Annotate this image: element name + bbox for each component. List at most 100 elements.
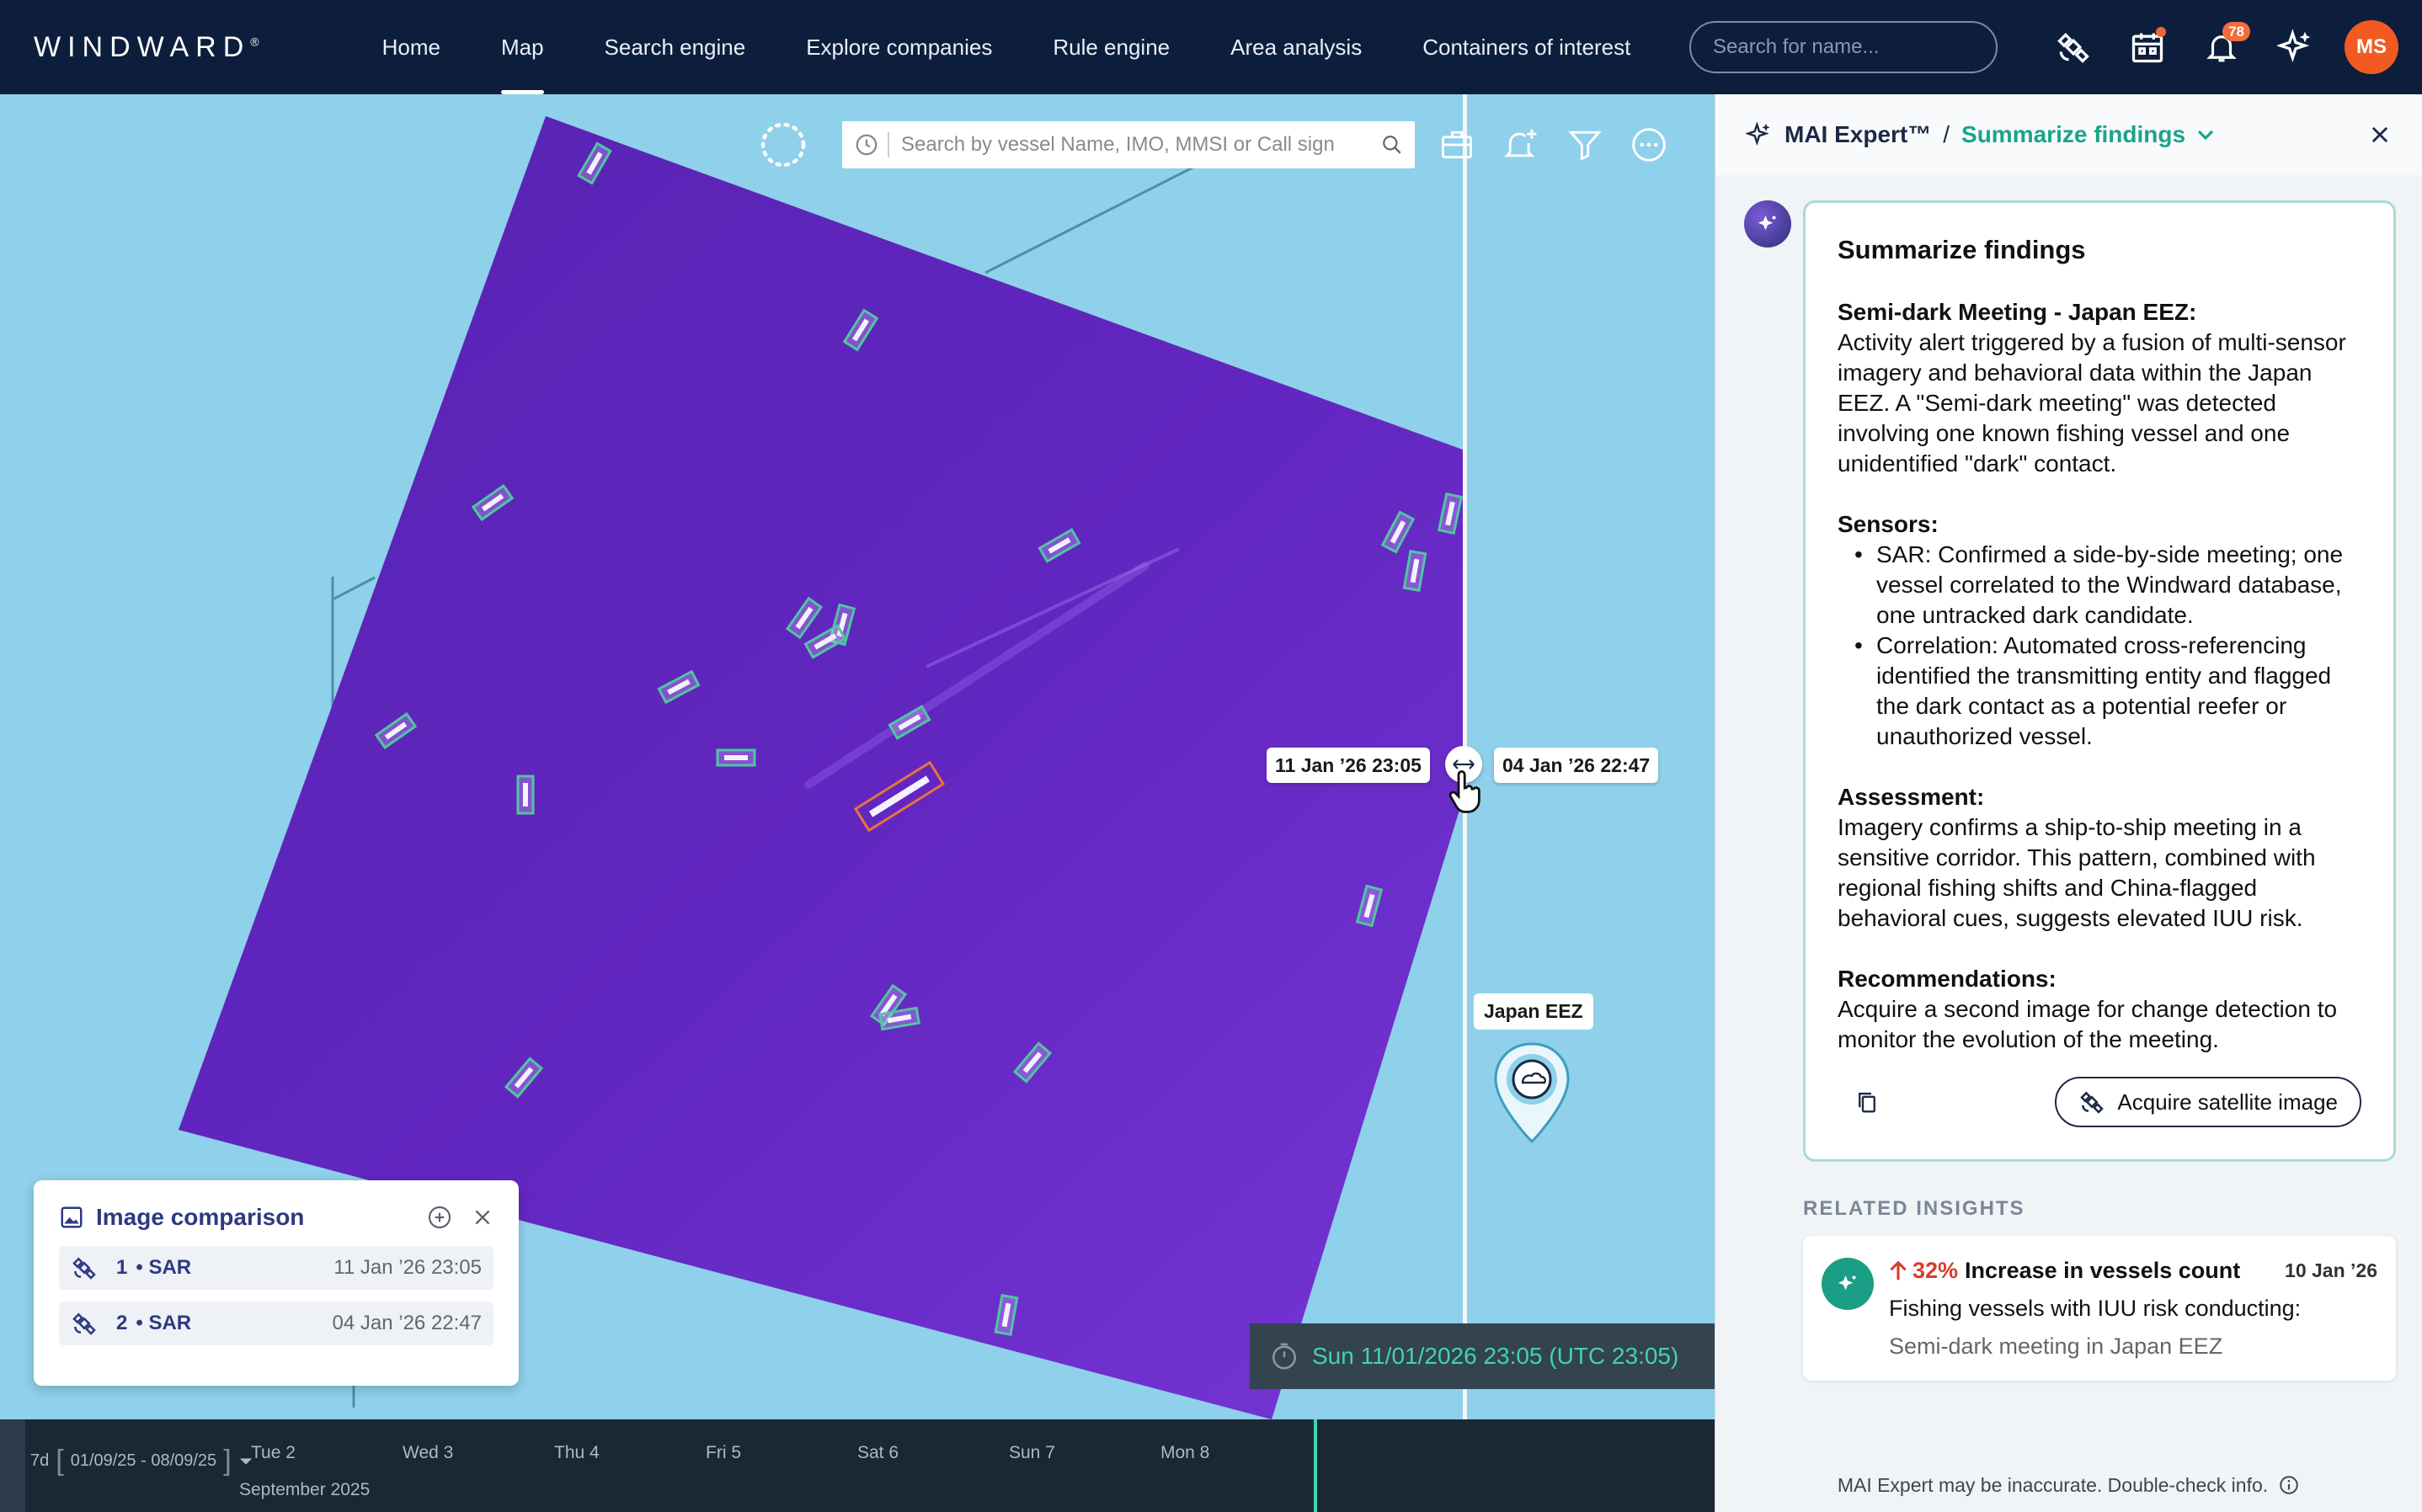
section-heading: Assessment: (1838, 784, 1985, 810)
sparkle-ai-icon[interactable] (2269, 20, 2323, 74)
image-number: 2 (116, 1312, 128, 1334)
sparkle-ai-icon (1746, 121, 1770, 146)
bell-icon[interactable]: 78 (2195, 20, 2250, 74)
insight-percent: 32% (1913, 1258, 1959, 1283)
section-body: Acquire a second image for change detect… (1838, 996, 2338, 1052)
timer-icon (1272, 1343, 1297, 1370)
loading-spinner-icon (760, 122, 806, 168)
insight-date: 10 Jan ’26 (2285, 1259, 2377, 1281)
timeline-day: Mon 8 (1160, 1443, 1210, 1462)
more-options-icon[interactable] (1627, 123, 1671, 167)
timeline-day: Sun 7 (1009, 1443, 1055, 1462)
search-icon[interactable] (1381, 134, 1403, 156)
timeline-day: Fri 5 (706, 1443, 741, 1462)
briefcase-icon[interactable] (1435, 123, 1479, 167)
timestamp-text: Sun 11/01/2026 23:05 (UTC 23:05) (1312, 1343, 1679, 1369)
insight-link[interactable]: Semi-dark meeting in Japan EEZ (1889, 1334, 2377, 1360)
panel-expert-title: MAI Expert™ (1784, 121, 1932, 147)
vessel-search[interactable] (842, 121, 1415, 168)
satellite-icon (2080, 1091, 2105, 1114)
summary-title: Summarize findings (1838, 235, 2086, 264)
close-icon[interactable] (2368, 123, 2392, 146)
mai-expert-panel: MAI Expert™ / Summarize findings Summari… (1715, 94, 2422, 1512)
summary-card: Summarize findings Semi-dark Meeting - J… (1803, 200, 2396, 1162)
timeline-day: Sat 6 (857, 1443, 899, 1462)
hand-cursor-icon (1448, 770, 1480, 813)
section-body: Imagery confirms a ship-to-ship meeting … (1838, 814, 2316, 931)
close-icon[interactable] (472, 1206, 493, 1228)
summary-section: Recommendations: Acquire a second image … (1838, 964, 2361, 1055)
summary-actions: Acquire satellite image (1838, 1077, 2361, 1127)
vessel-signature (523, 783, 528, 807)
area-pin-icon[interactable] (1491, 1041, 1573, 1145)
image-date: 11 Jan ’26 23:05 (333, 1256, 482, 1279)
area-label[interactable]: Japan EEZ (1474, 993, 1593, 1030)
map-canvas[interactable]: 11 Jan ’26 23:05 04 Jan ’26 22:47 Japan … (0, 94, 1715, 1419)
image-comparison-row[interactable]: 1 • SAR 11 Jan ’26 23:05 (59, 1246, 493, 1290)
image-comparison-title: Image comparison (96, 1204, 305, 1230)
top-navigation-bar: WINDWARD® Home Map Search engine Explore… (0, 0, 2422, 94)
satellite-icon[interactable] (2046, 20, 2100, 74)
chevron-down-icon[interactable] (2197, 126, 2214, 143)
image-comparison-row[interactable]: 2 • SAR 04 Jan ’26 22:47 (59, 1302, 493, 1345)
vessel-signature (724, 755, 748, 760)
breadcrumb-separator: / (1943, 121, 1950, 147)
acquire-button-label: Acquire satellite image (2117, 1089, 2338, 1115)
calendar-icon[interactable] (2121, 20, 2174, 74)
summary-section: Assessment: Imagery confirms a ship-to-s… (1838, 782, 2361, 934)
info-icon[interactable] (2278, 1474, 2300, 1496)
timeline-collapse-handle[interactable] (0, 1419, 25, 1512)
disclaimer-text: MAI Expert may be inaccurate. Double-che… (1837, 1473, 2269, 1496)
timeline-day: Thu 4 (554, 1443, 600, 1462)
calendar-indicator (2156, 27, 2166, 37)
timeline[interactable]: 7d [ 01/09/25 - 08/09/25 ] Tue 2 Wed 3 T… (0, 1419, 1715, 1512)
global-search[interactable] (1689, 21, 1998, 73)
ai-assistant-avatar (1744, 200, 1791, 248)
add-alert-icon[interactable] (1499, 123, 1543, 167)
arrow-up-icon (1890, 1260, 1907, 1280)
vessel-search-input[interactable] (901, 133, 1381, 157)
timeline-day: Tue 2 (251, 1443, 296, 1462)
insight-card[interactable]: 32% Increase in vessels count 10 Jan ’26… (1803, 1236, 2396, 1381)
image-date: 04 Jan ’26 22:47 (332, 1312, 482, 1334)
satellite-icon (72, 1312, 96, 1335)
insight-title: Increase in vessels count (1965, 1258, 2241, 1283)
timeline-day: Wed 3 (403, 1443, 454, 1462)
section-heading: Semi-dark Meeting - Japan EEZ: (1838, 299, 2197, 325)
image-icon (61, 1206, 83, 1228)
image-type: • SAR (136, 1312, 192, 1334)
summary-section: Sensors: SAR: Confirmed a side-by-side m… (1838, 509, 2361, 752)
map-toolbar (758, 120, 1671, 170)
sensor-bullet: Correlation: Automated cross-referencing… (1854, 631, 2361, 752)
nav-search-engine[interactable]: Search engine (574, 0, 776, 94)
user-avatar[interactable]: MS (2345, 20, 2398, 74)
filter-icon[interactable] (1563, 123, 1607, 167)
nav-map[interactable]: Map (471, 0, 574, 94)
add-icon[interactable] (426, 1204, 453, 1231)
windward-logo[interactable]: WINDWARD® (34, 31, 259, 64)
disclaimer: MAI Expert may be inaccurate. Double-che… (1715, 1458, 2422, 1512)
nav-rule-engine[interactable]: Rule engine (1022, 0, 1200, 94)
timeline-range-selector[interactable]: 7d [ 01/09/25 - 08/09/25 ] (30, 1445, 253, 1477)
nav-explore-companies[interactable]: Explore companies (776, 0, 1022, 94)
copy-icon[interactable] (1854, 1089, 1880, 1115)
image-number: 1 (116, 1256, 128, 1279)
panel-topic-selector[interactable]: Summarize findings (1961, 121, 2185, 148)
nav-containers-of-interest[interactable]: Containers of interest (1392, 0, 1661, 94)
nav-home[interactable]: Home (352, 0, 471, 94)
section-heading: Recommendations: (1838, 966, 2057, 992)
nav-area-analysis[interactable]: Area analysis (1200, 0, 1392, 94)
global-search-input[interactable] (1713, 35, 1974, 59)
satellite-icon (72, 1257, 96, 1280)
sensor-bullet: SAR: Confirmed a side-by-side meeting; o… (1854, 540, 2361, 631)
compare-right-date: 04 Jan ’26 22:47 (1494, 748, 1659, 783)
app-root: WINDWARD® Home Map Search engine Explore… (0, 0, 2422, 1512)
timeline-current-marker[interactable] (1314, 1419, 1317, 1512)
current-timestamp-bar: Sun 11/01/2026 23:05 (UTC 23:05) (1250, 1323, 1715, 1389)
summary-section: Semi-dark Meeting - Japan EEZ: Activity … (1838, 297, 2361, 479)
image-comparison-card: Image comparison 1 • SAR 11 Jan ’26 23:0… (34, 1180, 519, 1386)
acquire-satellite-image-button[interactable]: Acquire satellite image (2055, 1077, 2361, 1127)
history-clock-icon[interactable] (854, 132, 879, 157)
main-nav: Home Map Search engine Explore companies… (352, 0, 1662, 94)
compare-left-date: 11 Jan ’26 23:05 (1267, 748, 1430, 783)
